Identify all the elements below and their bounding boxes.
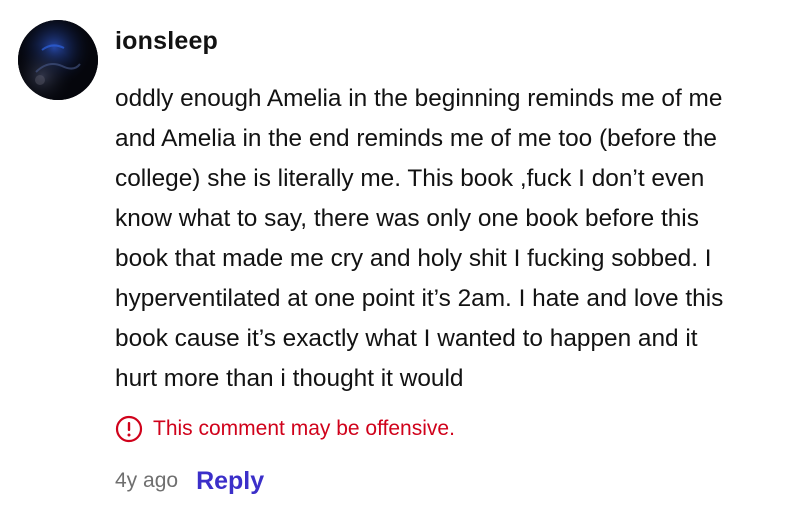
offensive-warning: This comment may be offensive.	[115, 414, 455, 444]
comment-line: and Amelia in the end reminds me of me t…	[115, 125, 717, 152]
comment-line: hyperventilated at one point it’s 2am. I…	[115, 285, 724, 312]
avatar-image	[18, 20, 98, 100]
comment-line: book cause it’s exactly what I wanted to…	[115, 325, 698, 352]
warning-text: This comment may be offensive.	[153, 417, 455, 440]
exclamation-circle-icon	[115, 415, 143, 443]
comment-meta: 4y ago Reply	[115, 462, 264, 500]
avatar[interactable]	[18, 20, 98, 100]
reply-button[interactable]: Reply	[196, 467, 264, 496]
comment-line: know what to say, there was only one boo…	[115, 205, 699, 232]
comment-line: college) she is literally me. This book …	[115, 165, 705, 192]
timestamp: 4y ago	[115, 469, 179, 492]
username[interactable]: ionsleep	[115, 27, 218, 56]
comment-line: oddly enough Amelia in the beginning rem…	[115, 85, 723, 112]
comment-line: hurt more than i thought it would	[115, 365, 464, 392]
comment-line: book that made me cry and holy shit I fu…	[115, 245, 712, 272]
comment-body: oddly enough Amelia in the beginning rem…	[115, 79, 795, 399]
